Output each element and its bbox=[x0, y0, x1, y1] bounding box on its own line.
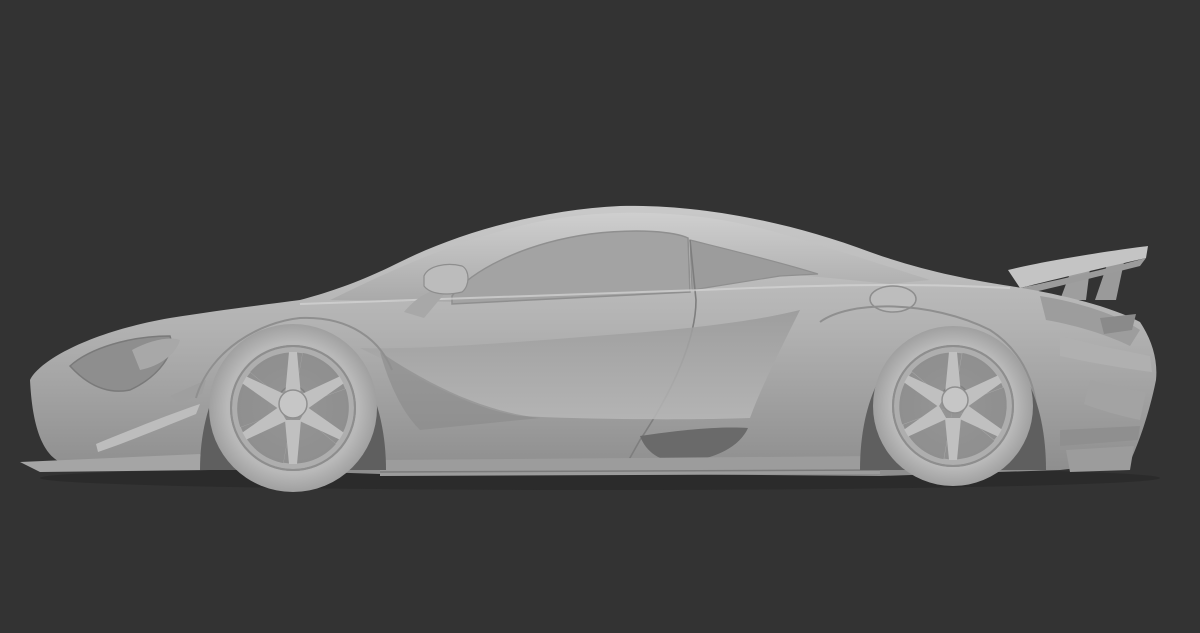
render-viewport bbox=[0, 0, 1200, 633]
car-render bbox=[20, 205, 1160, 492]
